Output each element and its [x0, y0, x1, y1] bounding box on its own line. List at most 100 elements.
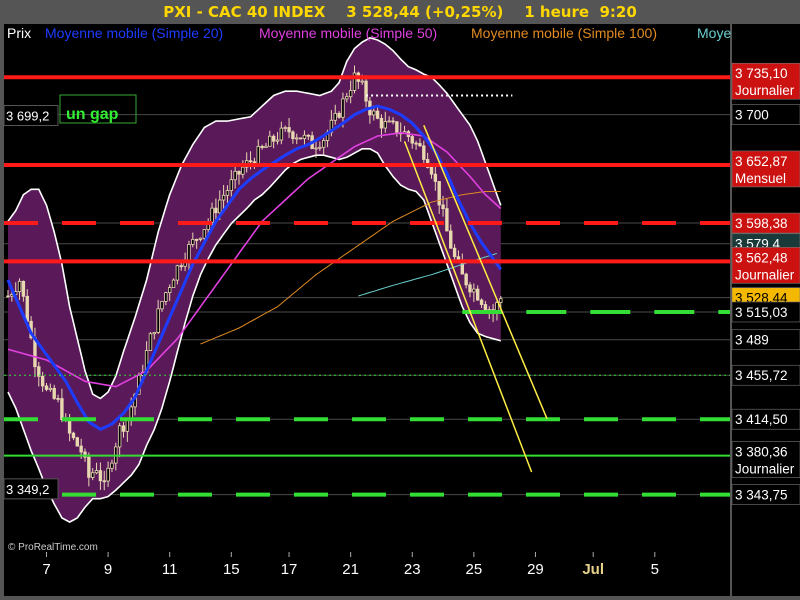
- candle-body: [60, 398, 64, 421]
- candle-body: [271, 135, 276, 142]
- candle-body: [437, 181, 441, 206]
- candle-body: [125, 419, 130, 432]
- candle-body: [287, 127, 291, 133]
- candle-body: [483, 304, 488, 311]
- candle-body: [449, 230, 453, 249]
- candle-body: [6, 295, 10, 298]
- candle-body: [264, 145, 268, 148]
- candle-body: [56, 398, 60, 400]
- price-chart: Prix Moyenne mobile (Simple 20) Moyenne mo…: [0, 0, 800, 600]
- chart-window: Prix Moyenne mobile (Simple 20) Moyenne mo…: [0, 0, 800, 600]
- candle-body: [241, 166, 245, 175]
- candle-body: [191, 239, 195, 245]
- candle-body: [21, 280, 26, 297]
- x-tick-label: Jul: [582, 561, 604, 578]
- price-axis-sublabel: Journalier: [735, 462, 795, 477]
- candle-body: [106, 467, 110, 482]
- candle-body: [283, 127, 287, 129]
- candle-body: [25, 295, 29, 322]
- candle-body: [298, 137, 303, 140]
- candle-body: [375, 110, 380, 119]
- candle-body: [117, 425, 122, 448]
- price-axis-label: 3 652,87: [735, 154, 788, 169]
- candle-body: [202, 229, 207, 239]
- candle-body: [71, 432, 76, 439]
- candle-body: [98, 470, 103, 482]
- price-axis-label: 3 598,38: [735, 216, 788, 231]
- candle-body: [233, 170, 237, 181]
- candle-body: [229, 179, 233, 191]
- candle-body: [414, 142, 418, 145]
- x-tick-label: 9: [104, 561, 112, 578]
- candle-body: [372, 110, 376, 116]
- x-tick-label: 25: [466, 561, 483, 578]
- candle-body: [237, 170, 241, 175]
- candle-body: [341, 98, 345, 118]
- candle-body: [333, 112, 337, 121]
- x-tick-label: 21: [342, 561, 359, 578]
- x-tick-label: 11: [162, 561, 178, 578]
- candle-body: [472, 288, 476, 293]
- candle-body: [387, 120, 391, 123]
- candle-body: [479, 299, 484, 305]
- candle-body: [160, 301, 164, 310]
- candle-body: [321, 140, 326, 148]
- legend-entry: Moyenne mobile (Simple 20): [45, 25, 223, 41]
- left-price-label: 3 349,2: [6, 482, 49, 497]
- price-axis-label: 3 455,72: [735, 368, 788, 383]
- x-tick-label: 5: [651, 561, 659, 578]
- price-axis-label: 3 700: [735, 108, 769, 123]
- candle-body: [148, 333, 153, 351]
- last-price: 3 528,44: [346, 3, 420, 21]
- price-axis-label: 3 515,03: [735, 305, 788, 320]
- candle-body: [291, 131, 295, 140]
- price-change: (+0,25%): [425, 3, 504, 21]
- candle-body: [468, 284, 472, 293]
- candle-body: [152, 332, 156, 335]
- candle-body: [94, 470, 99, 474]
- x-axis-area: [4, 552, 730, 596]
- x-tick-label: 17: [281, 561, 298, 578]
- candle-body: [91, 472, 95, 478]
- price-axis-label: 3 343,75: [735, 488, 788, 503]
- x-tick-label: 29: [527, 561, 544, 578]
- candle-body: [379, 117, 384, 129]
- candle-body: [345, 96, 349, 100]
- candle-body: [218, 199, 222, 214]
- watermark: © ProRealTime.com: [8, 542, 98, 553]
- candle-body: [441, 204, 445, 210]
- candle-body: [175, 265, 180, 281]
- candle-body: [110, 462, 114, 469]
- candle-body: [214, 207, 218, 214]
- price-axis-label: 3 489: [735, 333, 769, 348]
- candle-body: [256, 146, 260, 165]
- candle-body: [260, 146, 264, 148]
- candle-body: [452, 247, 457, 258]
- candle-body: [221, 194, 226, 201]
- chart-title: PXI - CAC 40 INDEX 3 528,44 (+0,25%) 1 h…: [0, 0, 800, 24]
- candle-body: [187, 244, 191, 262]
- price-axis-sublabel: Journalier: [735, 83, 795, 98]
- candle-body: [179, 265, 183, 268]
- candle-body: [167, 287, 172, 294]
- candle-body: [210, 207, 214, 223]
- legend-entry: Moyenne mobile (Simple 50): [259, 25, 437, 41]
- legend-entry: Moyenne mobile (Simple 100): [471, 25, 657, 41]
- instrument-name: PXI - CAC 40 INDEX: [163, 3, 326, 21]
- x-tick-label: 23: [404, 561, 421, 578]
- candle-body: [499, 298, 503, 303]
- legend-entry: Prix: [7, 25, 31, 41]
- price-axis-sublabel: Journalier: [735, 267, 795, 282]
- candle-body: [395, 121, 399, 134]
- timestamp: 9:20: [599, 3, 637, 21]
- x-tick-label: 7: [42, 561, 50, 578]
- candle-body: [391, 120, 395, 123]
- candle-body: [360, 80, 364, 83]
- candle-body: [314, 147, 318, 150]
- candle-body: [429, 167, 434, 175]
- candle-body: [102, 480, 106, 483]
- candle-body: [364, 80, 368, 102]
- candle-body: [48, 387, 53, 390]
- candle-body: [17, 280, 22, 293]
- legend-entry: Moye: [697, 25, 731, 41]
